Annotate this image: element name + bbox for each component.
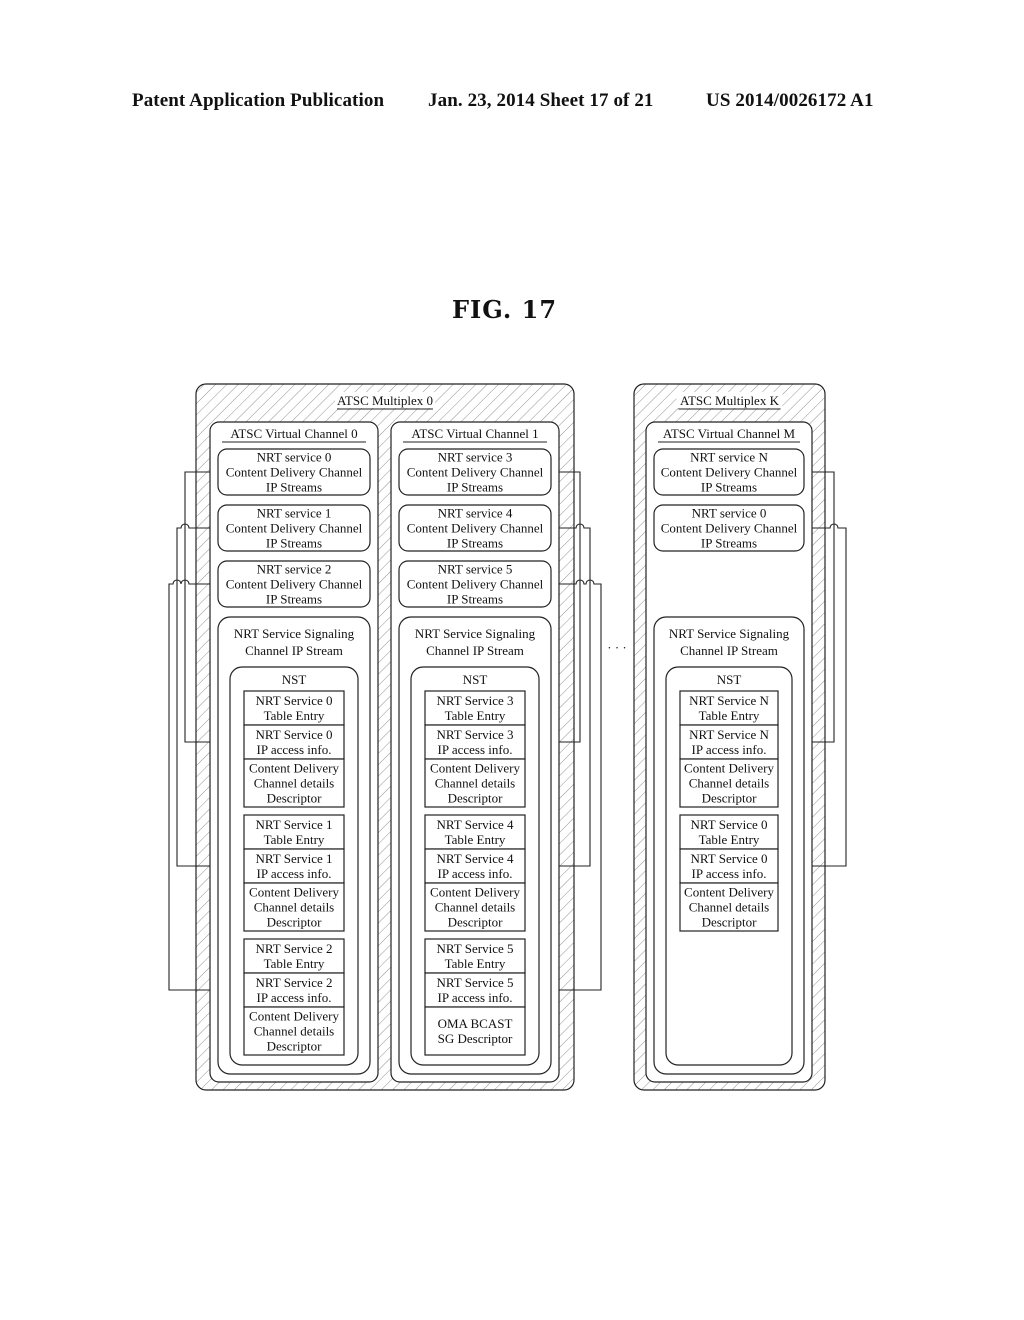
ip-access-info-text-line: NRT Service 5 (437, 975, 514, 990)
table-entry-text-line: Table Entry (264, 832, 325, 847)
ip-access-info-text-line: IP access info. (257, 742, 332, 757)
virtual-channel-label: ATSC Virtual Channel M (663, 426, 796, 441)
table-entry-text-line: NRT Service 1 (256, 817, 333, 832)
cdc-ip-stream-text-line: NRT service 0 (257, 450, 332, 465)
multiplex-label: ATSC Multiplex K (680, 393, 780, 408)
ip-access-info-text-line: NRT Service 1 (256, 851, 333, 866)
virtual-channel-label: ATSC Virtual Channel 1 (411, 426, 538, 441)
cdc-ip-stream-text-line: IP Streams (447, 480, 503, 495)
cdc-ip-stream-text-line: NRT service 1 (257, 506, 332, 521)
descriptor-text-line: Channel details (689, 900, 770, 915)
cdc-ip-stream-text-line: Content Delivery Channel (226, 577, 363, 592)
signaling-stream-label-line: NRT Service Signaling (234, 626, 355, 641)
descriptor-text-line: Channel details (435, 900, 516, 915)
ip-access-info-text-line: IP access info. (438, 990, 513, 1005)
nst-label: NST (463, 672, 488, 687)
descriptor-text-line: Content Delivery (249, 885, 339, 900)
descriptor-text-line: Content Delivery (249, 1009, 339, 1024)
descriptor-text-line: Channel details (254, 776, 335, 791)
cdc-ip-stream-text-line: IP Streams (701, 480, 757, 495)
table-entry-text-line: Table Entry (445, 956, 506, 971)
descriptor-text-line: Channel details (254, 1024, 335, 1039)
table-entry-text-line: NRT Service 0 (256, 693, 333, 708)
cdc-ip-stream-text-line: Content Delivery Channel (407, 521, 544, 536)
descriptor-text-line: Channel details (689, 776, 770, 791)
nst-label: NST (717, 672, 742, 687)
cdc-ip-stream-text-line: IP Streams (701, 536, 757, 551)
ip-access-info-text-line: IP access info. (257, 866, 332, 881)
descriptor-text-line: Descriptor (702, 791, 758, 806)
descriptor-text-line: Channel details (435, 776, 516, 791)
descriptor-text-line: Channel details (254, 900, 335, 915)
ip-access-info-text-line: IP access info. (438, 866, 513, 881)
cdc-ip-stream-text-line: Content Delivery Channel (661, 465, 798, 480)
table-entry-text-line: Table Entry (264, 708, 325, 723)
cdc-ip-stream-text-line: Content Delivery Channel (407, 465, 544, 480)
cdc-ip-stream-text-line: NRT service N (690, 450, 768, 465)
ip-access-info-text-line: NRT Service 3 (437, 727, 514, 742)
table-entry-text-line: Table Entry (699, 832, 760, 847)
ip-access-info-text-line: NRT Service 4 (437, 851, 514, 866)
cdc-ip-stream-text-line: NRT service 3 (438, 450, 513, 465)
table-entry-text-line: Table Entry (445, 708, 506, 723)
ip-access-info-text-line: NRT Service 0 (691, 851, 768, 866)
ip-access-info-text-line: IP access info. (692, 742, 767, 757)
virtual-channel-label: ATSC Virtual Channel 0 (230, 426, 357, 441)
ip-access-info-text-line: IP access info. (692, 866, 767, 881)
signaling-stream-label-line: NRT Service Signaling (669, 626, 790, 641)
ip-access-info-text-line: NRT Service 2 (256, 975, 333, 990)
table-entry-text-line: NRT Service 4 (437, 817, 514, 832)
table-entry-text-line: Table Entry (445, 832, 506, 847)
cdc-ip-stream-text-line: IP Streams (447, 536, 503, 551)
ip-access-info-text-line: NRT Service N (689, 727, 769, 742)
table-entry-text-line: NRT Service 0 (691, 817, 768, 832)
ellipsis-text: · · · (607, 640, 627, 655)
ip-access-info-text-line: IP access info. (438, 742, 513, 757)
signaling-stream-label-line: Channel IP Stream (245, 643, 343, 658)
table-entry-text-line: NRT Service 3 (437, 693, 514, 708)
multiplex-label: ATSC Multiplex 0 (337, 393, 433, 408)
nst-label: NST (282, 672, 307, 687)
cdc-ip-stream-text-line: IP Streams (266, 592, 322, 607)
cdc-ip-stream-text-line: IP Streams (447, 592, 503, 607)
table-entry-text-line: NRT Service N (689, 693, 769, 708)
descriptor-text-line: Content Delivery (684, 885, 774, 900)
descriptor-text-line: Content Delivery (430, 885, 520, 900)
descriptor-text-line: SG Descriptor (438, 1031, 513, 1046)
table-entry-text-line: Table Entry (699, 708, 760, 723)
cdc-ip-stream-text-line: Content Delivery Channel (226, 465, 363, 480)
signaling-stream-label-line: NRT Service Signaling (415, 626, 536, 641)
descriptor-text-line: Descriptor (702, 915, 758, 930)
table-entry-text-line: NRT Service 2 (256, 941, 333, 956)
descriptor-text-line: Content Delivery (249, 761, 339, 776)
table-entry-text-line: Table Entry (264, 956, 325, 971)
cdc-ip-stream-text-line: Content Delivery Channel (226, 521, 363, 536)
ip-access-info-text-line: NRT Service 0 (256, 727, 333, 742)
ip-access-info-text-line: IP access info. (257, 990, 332, 1005)
cdc-ip-stream-text-line: Content Delivery Channel (407, 577, 544, 592)
cdc-ip-stream-text-line: NRT service 4 (438, 506, 513, 521)
descriptor-text-line: Descriptor (448, 915, 504, 930)
descriptor-text-line: Descriptor (448, 791, 504, 806)
descriptor-text-line: Content Delivery (430, 761, 520, 776)
table-entry-text-line: NRT Service 5 (437, 941, 514, 956)
cdc-ip-stream-text-line: IP Streams (266, 480, 322, 495)
descriptor-text-line: Descriptor (267, 1039, 323, 1054)
cdc-ip-stream-text-line: NRT service 5 (438, 562, 513, 577)
cdc-ip-stream-text-line: IP Streams (266, 536, 322, 551)
descriptor-text-line: OMA BCAST (438, 1016, 513, 1031)
descriptor-text-line: Descriptor (267, 791, 323, 806)
cdc-ip-stream-text-line: NRT service 0 (692, 506, 767, 521)
nrt-signaling-diagram: ATSC Multiplex 0 ATSC Multiplex K ATSC Vi… (168, 383, 847, 1091)
descriptor-text-line: Descriptor (267, 915, 323, 930)
cdc-ip-stream-text-line: NRT service 2 (257, 562, 332, 577)
cdc-ip-stream-text-line: Content Delivery Channel (661, 521, 798, 536)
signaling-stream-label-line: Channel IP Stream (680, 643, 778, 658)
signaling-stream-label-line: Channel IP Stream (426, 643, 524, 658)
descriptor-text-line: Content Delivery (684, 761, 774, 776)
